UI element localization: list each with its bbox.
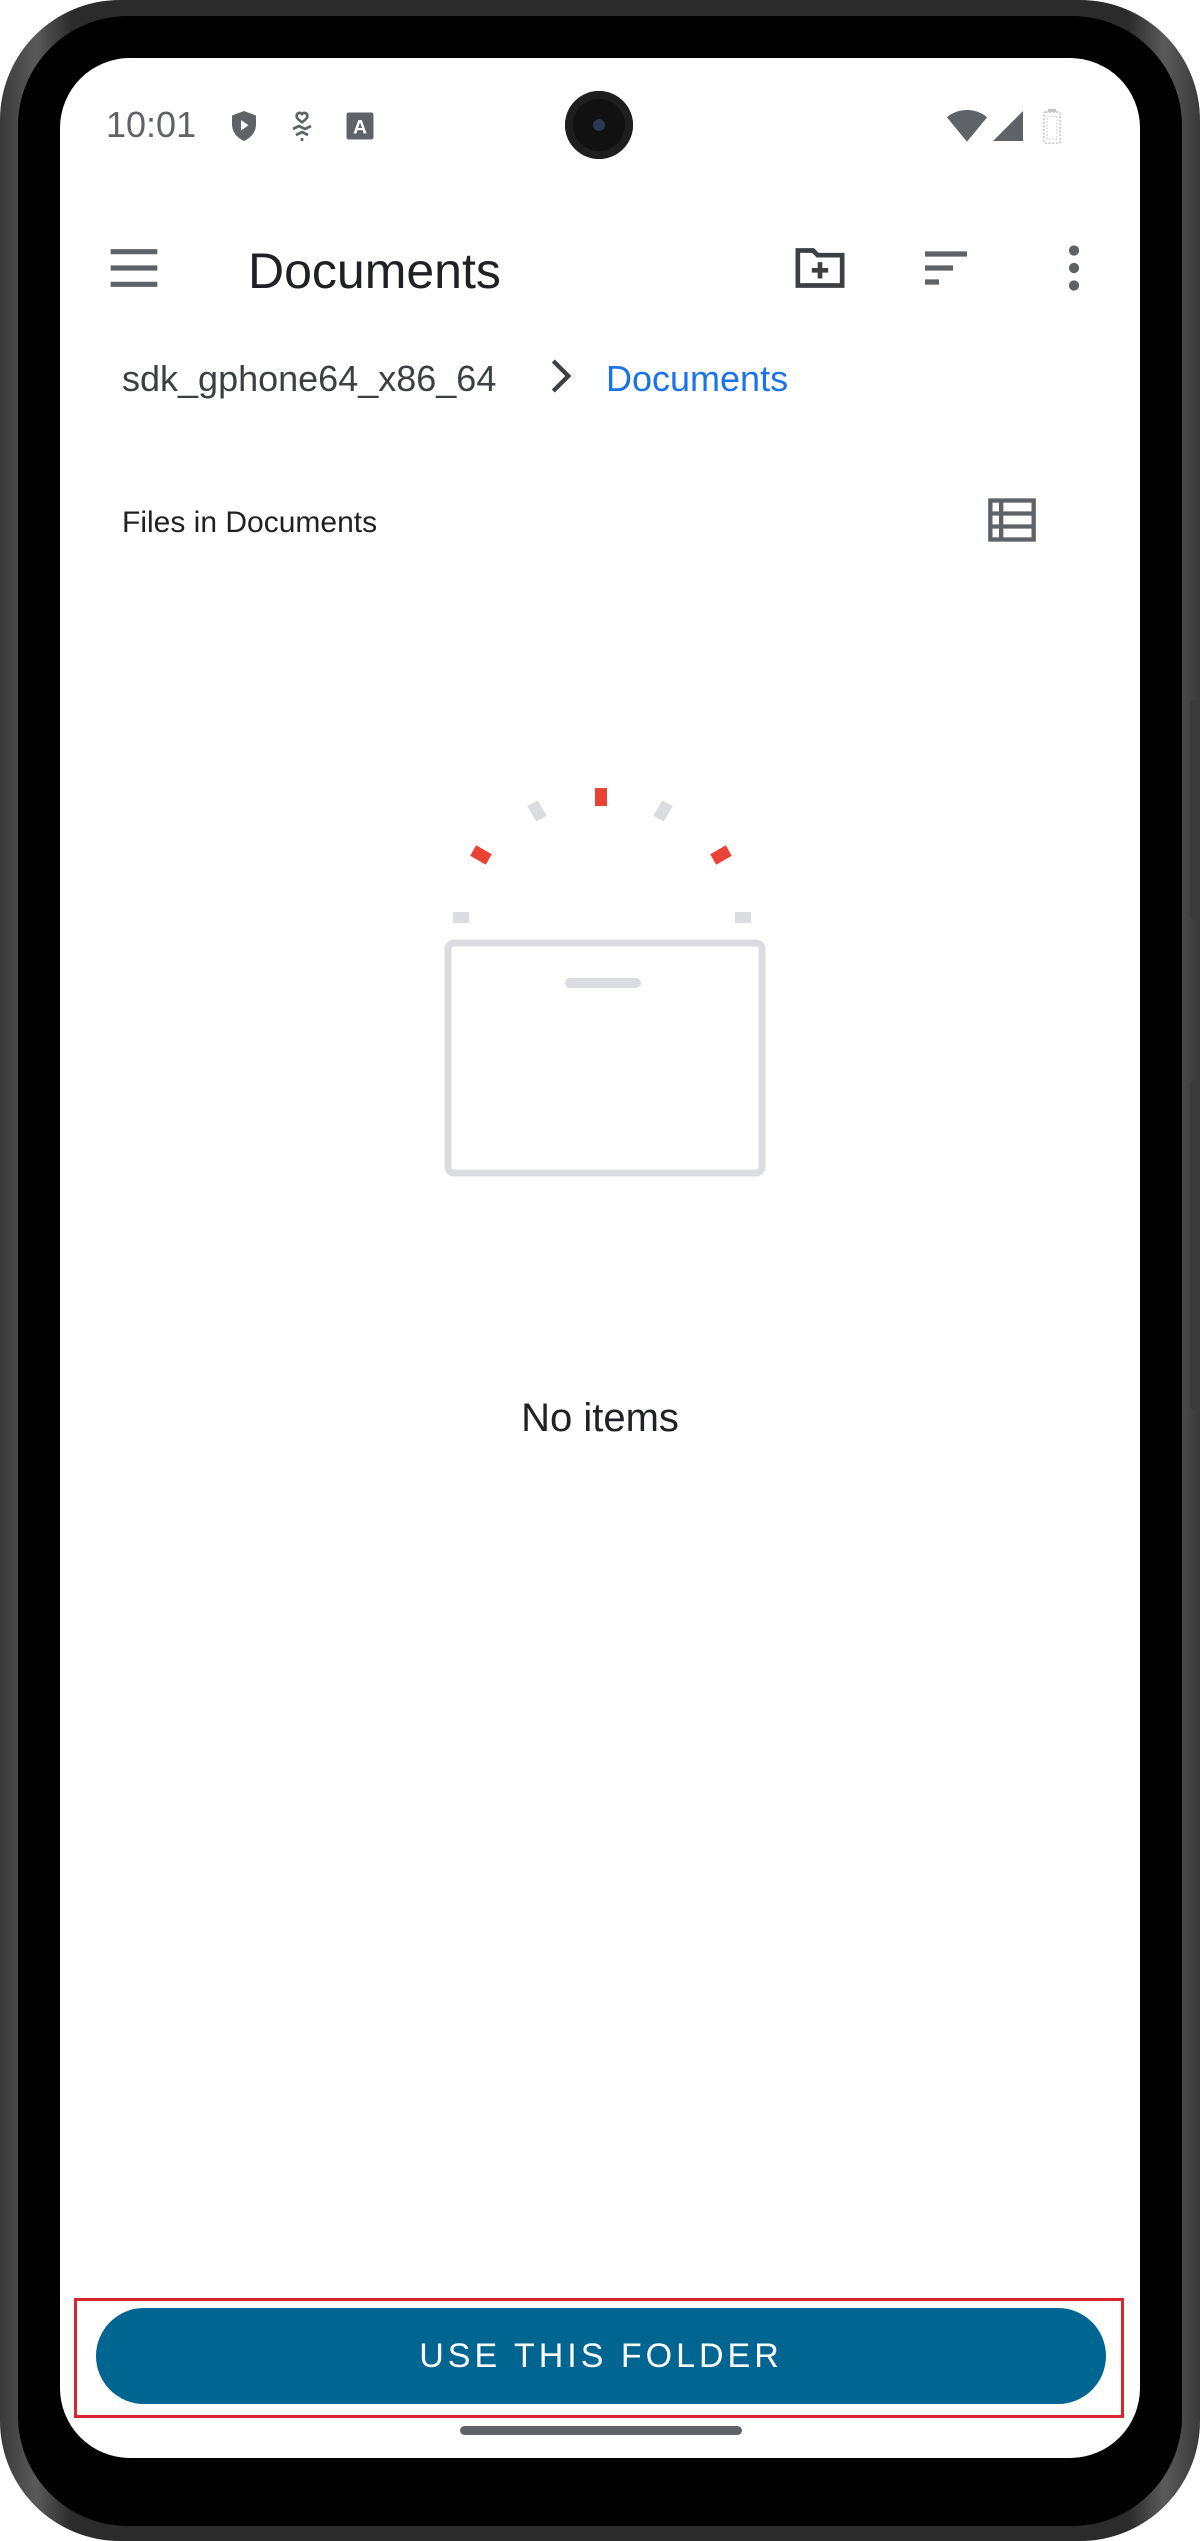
breadcrumb-current[interactable]: Documents	[606, 358, 788, 400]
page-title: Documents	[248, 243, 501, 299]
list-view-icon[interactable]	[986, 494, 1038, 546]
menu-icon[interactable]	[106, 240, 162, 296]
app-bar: Documents	[60, 218, 1140, 318]
hand-heart-icon	[292, 111, 312, 141]
empty-folder-illustration	[444, 788, 766, 1177]
svg-text:A: A	[353, 117, 367, 139]
volume-button	[1190, 1080, 1200, 1410]
sort-icon[interactable]	[918, 240, 974, 296]
device-frame: 10:01 A Documents sdk_gphone64_x86_64 Do…	[0, 0, 1200, 2541]
breadcrumb-root[interactable]: sdk_gphone64_x86_64	[122, 358, 496, 400]
gesture-home-bar[interactable]	[460, 2426, 742, 2435]
chevron-right-icon	[551, 359, 572, 393]
more-vert-icon[interactable]	[1046, 240, 1102, 296]
wifi-icon	[946, 110, 988, 142]
new-folder-icon[interactable]	[792, 240, 848, 296]
power-button	[1190, 700, 1200, 920]
status-bar: 10:01 A	[60, 58, 1140, 188]
use-this-folder-button[interactable]: USE THIS FOLDER	[96, 2308, 1106, 2404]
front-camera	[565, 91, 633, 159]
shield-play-icon	[232, 111, 256, 141]
status-time: 10:01	[106, 104, 197, 145]
cellular-signal-icon	[993, 111, 1023, 141]
files-section-header: Files in Documents	[122, 506, 378, 539]
screen: 10:01 A Documents sdk_gphone64_x86_64 Do…	[60, 58, 1140, 2458]
empty-state-message: No items	[521, 1396, 679, 1440]
font-a-icon: A	[346, 112, 374, 140]
battery-icon	[1043, 108, 1061, 144]
